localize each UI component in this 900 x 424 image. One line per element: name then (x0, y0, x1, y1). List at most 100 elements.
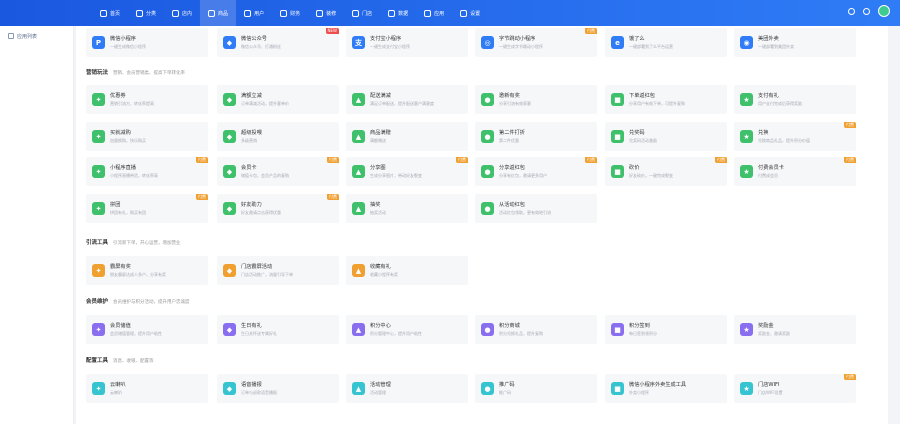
app-card-title: 会员卡 (241, 165, 257, 171)
app-card[interactable]: ● 邀新有奖 分享引流有效获客 (475, 85, 597, 114)
top-nav-bar: 首页 分类 店内 商品 用户 财务 装修 门店 数据 应用 设置 (0, 0, 900, 26)
app-card[interactable]: ◆ 满额立减 订单满减活动，提升客单价 (217, 85, 339, 114)
app-card-desc: 一键生成微信小程序 (110, 44, 146, 49)
app-card[interactable]: ✦ 霸屏有奖 朋友霸屏达成人多户，分享有奖 (86, 256, 208, 285)
app-card[interactable]: ★ 门店WIFI 门店WIFI设置 付费 (734, 374, 856, 403)
app-icon: ▲ (352, 382, 365, 395)
app-card[interactable]: ■ 积分签到 每日签到领积分 (605, 315, 727, 344)
app-card[interactable]: ■ 砍价 好友砍价，一键完成裂变 付费 (605, 157, 727, 186)
app-icon: ● (481, 202, 494, 215)
app-icon: ▲ (352, 165, 365, 178)
nav-item[interactable]: 店内 (164, 0, 200, 26)
nav-item-label: 用户 (254, 10, 265, 17)
app-card-desc: 加量换购，快乐购买 (110, 138, 146, 143)
app-card[interactable]: ● 第二件打折 第二件优惠 (475, 122, 597, 151)
app-card[interactable]: ◎ 字节跳动小程序 一键生成字节跳动小程序 付费 (475, 28, 597, 57)
app-icon: ● (481, 382, 494, 395)
bell-icon[interactable] (863, 7, 870, 15)
app-card-title: 优惠券 (110, 93, 126, 99)
app-card[interactable]: ● 推广码 推广码 (475, 374, 597, 403)
app-card-title: 收藏有礼 (370, 264, 391, 270)
app-card[interactable]: ★ 付费会员卡 付费成会员 付费 (734, 157, 856, 186)
app-card[interactable]: ▲ 积分中心 积分管理中心，提升用户粘性 (346, 315, 468, 344)
nav-item[interactable]: 装修 (308, 0, 344, 26)
app-card[interactable]: ▲ 分享图 生成分享图片，带动好友裂变 付费 (346, 157, 468, 186)
app-card[interactable]: ✦ 云喇叭 云喇叭 (86, 374, 208, 403)
app-card[interactable]: ★ 兑换 兑换商品礼品，提升积分价值 付费 (734, 122, 856, 151)
avatar[interactable] (878, 5, 890, 17)
app-card-desc: 朋友霸屏达成人多户，分享有奖 (110, 272, 166, 277)
section-title: 营销玩法 营销、会员营销类、提高下单转化率 (86, 68, 185, 76)
top-right-tools (848, 5, 890, 17)
app-card-desc: 会员储值管理，提升用户粘性 (110, 331, 162, 336)
app-card-desc: 营销引流方、转化率提高 (110, 101, 154, 106)
app-card[interactable]: ● 分享返红包 分享有红包，邀请更多用户 付费 (475, 157, 597, 186)
app-card[interactable]: ◆ 生日有礼 生日关怀送专属好礼 (217, 315, 339, 344)
app-card[interactable]: ◆ 好友助力 好友邀请点击获得优惠 付费 (217, 194, 339, 223)
app-card-title: 字节跳动小程序 (499, 36, 536, 42)
app-card[interactable]: ✦ 优惠券 营销引流方、转化率提高 (86, 85, 208, 114)
app-card-title: 支付宝小程序 (370, 36, 402, 42)
app-card[interactable]: ▲ 配送满减 满足订单配送、提升配送客户满意度 (346, 85, 468, 114)
user-icon (244, 9, 252, 17)
app-card[interactable]: ✦ 买就减购 加量换购，快乐购买 (86, 122, 208, 151)
app-card[interactable]: ✦ 会员储值 会员储值管理，提升用户粘性 (86, 315, 208, 344)
app-card[interactable]: ◆ 语音播报 订单与退款语音播报 (217, 374, 339, 403)
nav-item[interactable]: 数据 (380, 0, 416, 26)
app-icon: ◆ (223, 36, 236, 49)
nav-item-label: 财务 (290, 10, 301, 17)
app-card[interactable]: ▲ 活动管理 活动管理 (346, 374, 468, 403)
app-icon: e (611, 36, 624, 49)
app-card[interactable]: ▲ 商品满赠 满额赠送 (346, 122, 468, 151)
app-card[interactable]: ▲ 抽奖 抽奖活动 (346, 194, 468, 223)
app-card[interactable]: ★ 奖励金 奖励金、邀请奖励 (734, 315, 856, 344)
app-card[interactable]: ◆ 门店霸屏活动 门店活动推广，流量引导下单 (217, 256, 339, 285)
badge: 付费 (844, 122, 856, 128)
app-card-desc: 分享用户有效下单，可提升复购 (629, 101, 685, 106)
app-card-desc: 积分管理中心，提升用户粘性 (370, 331, 422, 336)
category-icon (136, 9, 144, 17)
app-icon: ★ (740, 130, 753, 143)
app-icon: ▲ (352, 130, 365, 143)
app-card[interactable]: ● 从活动红包 活动红包领取，更有效地引流 (475, 194, 597, 223)
app-card[interactable]: ✦ 拼团 拼团有礼，购买有团 付费 (86, 194, 208, 223)
app-card-desc: 好友砍价，一键完成裂变 (629, 173, 673, 178)
app-card[interactable]: ◉ 美团外卖 一键部署到美团外卖 (734, 28, 856, 57)
app-card[interactable]: ✦ 小程序直播 小程序直播带货，转化率高 付费 (86, 157, 208, 186)
nav-item[interactable]: 应用 (416, 0, 452, 26)
nav-item[interactable]: 用户 (236, 0, 272, 26)
app-card[interactable]: ★ 支付有礼 用户支付完成后获得奖励 (734, 85, 856, 114)
app-card-desc: 拼团有礼，购买有团 (110, 210, 146, 215)
app-card-title: 从活动红包 (499, 202, 525, 208)
nav-item[interactable]: 商品 (200, 0, 237, 26)
app-card[interactable]: ■ 微信小程序外卖生成工具 外卖小程序 (605, 374, 727, 403)
nav-item[interactable]: 财务 (272, 0, 308, 26)
nav-item[interactable]: 首页 (92, 0, 128, 26)
app-card[interactable]: ◆ 超级投喂 多级营销 (217, 122, 339, 151)
app-icon: ▲ (352, 93, 365, 106)
app-card-title: 微信公众号 (241, 36, 267, 42)
app-card[interactable]: 支支付宝小程序 一键生成支付宝小程序 (346, 28, 468, 57)
app-icon: ✦ (92, 382, 105, 395)
app-card[interactable]: ■ 下单返红包 分享用户有效下单，可提升复购 (605, 85, 727, 114)
app-icon: ◆ (223, 165, 236, 178)
app-card[interactable]: e 饿了么 一键部署到了么平台运营 (605, 28, 727, 57)
app-card[interactable]: ● 积分商城 积分兑换礼品，提升复购 (475, 315, 597, 344)
section-heading: 会员维护 (86, 299, 109, 305)
app-card[interactable]: ◆ 会员卡 储值卡包，会员产品的复购 付费 (217, 157, 339, 186)
app-card-title: 推广码 (499, 382, 515, 388)
app-card[interactable]: ▲ 收藏有礼 收藏小程序有奖 (346, 256, 468, 285)
nav-item[interactable]: 设置 (452, 0, 488, 26)
app-card[interactable]: ◆ 微信公众号 微信公众号、打通粉丝 NEW (217, 28, 339, 57)
sidebar-item-app-list[interactable]: 应用列表 (0, 29, 73, 43)
app-card-title: 会员储值 (110, 323, 131, 329)
app-card-desc: 第二件优惠 (499, 138, 519, 143)
finance-icon (280, 9, 288, 17)
app-card-desc: 生日关怀送专属好礼 (241, 331, 277, 336)
app-card[interactable]: ■ 兑奖码 兑奖码活动激励 (605, 122, 727, 151)
app-card[interactable]: P 微信小程序 一键生成微信小程序 (86, 28, 208, 57)
nav-item[interactable]: 分类 (128, 0, 164, 26)
app-card-title: 付费会员卡 (758, 165, 784, 171)
nav-item[interactable]: 门店 (344, 0, 380, 26)
search-icon[interactable] (848, 7, 855, 15)
